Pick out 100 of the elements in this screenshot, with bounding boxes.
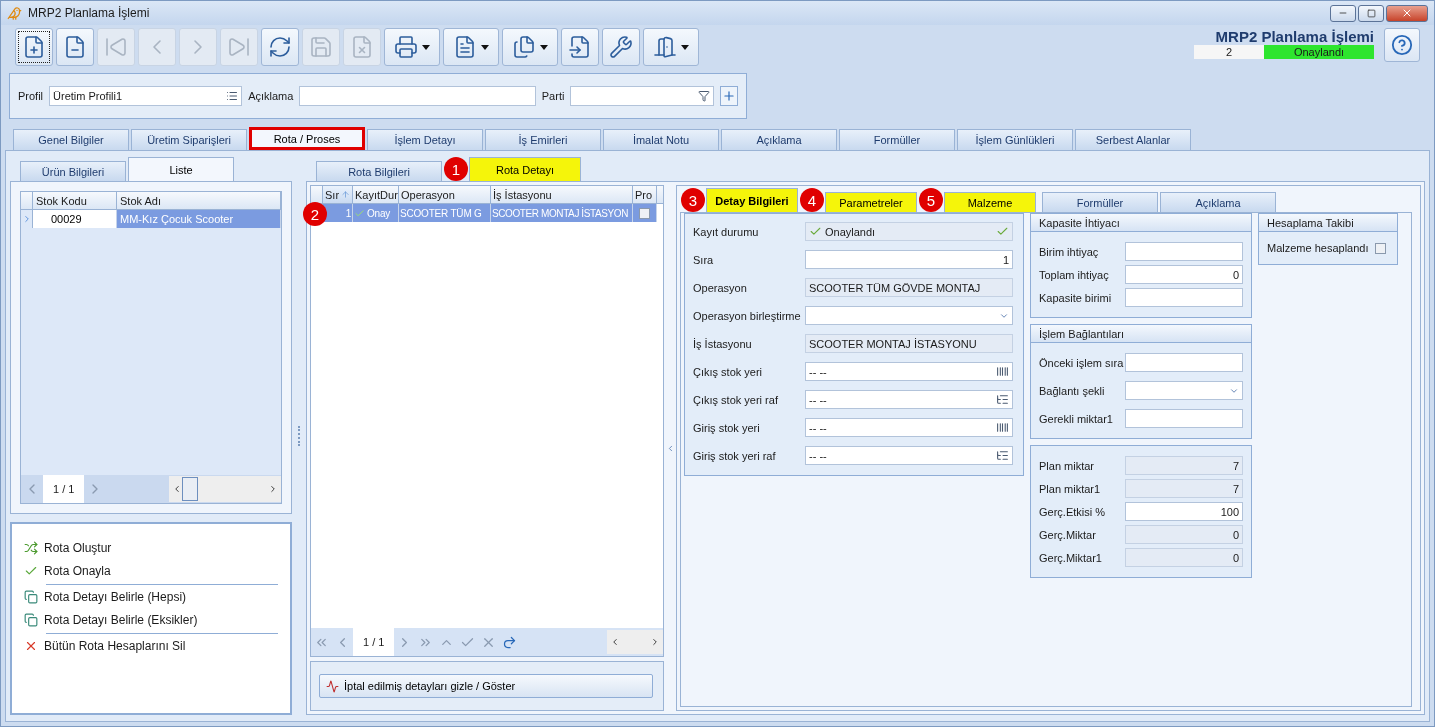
barcode-icon[interactable] (996, 365, 1009, 378)
input-field[interactable]: -- -- (805, 446, 1013, 465)
tab[interactable]: Rota Detayı (469, 157, 581, 181)
tab[interactable]: Formüller (1042, 192, 1158, 212)
help-icon[interactable] (1391, 33, 1413, 57)
column-header[interactable]: Sır (323, 186, 353, 203)
checkbox[interactable] (639, 207, 650, 219)
tab[interactable]: Üretim Siparişleri (131, 129, 247, 150)
input-field[interactable]: -- -- (805, 418, 1013, 437)
scroll-right-icon[interactable] (650, 637, 660, 647)
input-field[interactable]: 7 (1125, 456, 1243, 475)
tab[interactable]: Formüller (839, 129, 955, 150)
tab[interactable]: Açıklama (1160, 192, 1276, 212)
barcode-icon[interactable] (996, 421, 1009, 434)
table-cell: Onay (353, 204, 399, 222)
scroll-left-icon[interactable] (172, 484, 182, 494)
caret-icon[interactable] (681, 44, 689, 50)
file-plus-icon[interactable] (22, 35, 46, 59)
list-icon[interactable] (226, 90, 239, 102)
column-header[interactable]: Stok Adı (117, 192, 281, 209)
input-field[interactable]: SCOOTER MONTAJ İSTASYONU (805, 334, 1013, 353)
close-button[interactable] (1386, 4, 1428, 22)
tab[interactable]: Ürün Bilgileri (20, 161, 126, 181)
tab[interactable]: İş Emirleri (485, 129, 601, 150)
field-label: Plan miktar1 (1039, 482, 1102, 495)
field-label: Plan miktar (1039, 459, 1096, 472)
scroll-right-icon[interactable] (268, 484, 278, 494)
action-link[interactable]: Bütün Rota Hesaplarını Sil (24, 634, 278, 657)
column-header[interactable]: KayıtDur (353, 186, 399, 203)
column-header[interactable]: Operasyon (399, 186, 491, 203)
caret-icon[interactable] (540, 44, 548, 50)
maximize-icon[interactable] (1366, 8, 1376, 18)
input-field[interactable]: -- -- (805, 390, 1013, 409)
input-field[interactable]: 0 (1125, 265, 1243, 284)
wrench-icon[interactable] (609, 35, 633, 59)
file-minus-icon[interactable] (63, 35, 87, 59)
action-link[interactable]: Rota Detayı Belirle (Hepsi) (24, 585, 278, 608)
tab[interactable]: Parametreler (825, 192, 917, 212)
input-field[interactable] (805, 306, 1013, 325)
tree-icon[interactable] (996, 449, 1009, 462)
tab[interactable]: Malzeme (944, 192, 1036, 212)
files-icon[interactable] (512, 35, 536, 59)
maximize-button[interactable] (1358, 4, 1384, 22)
tab[interactable]: Genel Bilgiler (13, 129, 129, 150)
tab[interactable]: İşlem Günlükleri (957, 129, 1073, 150)
input-field[interactable]: 7 (1125, 479, 1243, 498)
input-field[interactable]: 1 (805, 250, 1013, 269)
tab[interactable]: Açıklama (721, 129, 837, 150)
toolbar-button[interactable] (602, 28, 640, 66)
chart-icon (326, 679, 339, 693)
tab[interactable]: Detay Bilgileri (706, 188, 798, 212)
filter-icon[interactable] (698, 90, 711, 102)
input-field[interactable]: 100 (1125, 502, 1243, 521)
input-field[interactable]: -- -- (805, 362, 1013, 381)
input-field[interactable] (1125, 288, 1243, 307)
scrollbar-thumb[interactable] (182, 477, 198, 501)
input-field[interactable] (1125, 353, 1243, 372)
checkbox[interactable] (1374, 242, 1386, 254)
door-icon[interactable] (653, 35, 677, 59)
input-field[interactable]: Üretim Profili1 (49, 86, 243, 106)
caret-icon[interactable] (481, 44, 489, 50)
tab[interactable]: Serbest Alanlar (1075, 129, 1191, 150)
toggle-cancelled-button[interactable]: İptal edilmiş detayları gizle / Göster (319, 674, 653, 698)
tab[interactable]: Rota Bilgileri (316, 161, 442, 181)
input-field[interactable]: Onaylandı (805, 222, 1013, 241)
column-header[interactable]: Stok Kodu (33, 192, 117, 209)
redo-icon[interactable] (502, 634, 518, 650)
tab[interactable]: İmalat Notu (603, 129, 719, 150)
tree-icon[interactable] (996, 393, 1009, 406)
input-field[interactable] (1125, 409, 1243, 428)
input-field[interactable]: SCOOTER TÜM GÖVDE MONTAJ (805, 278, 1013, 297)
close-icon[interactable] (1401, 7, 1413, 19)
printer-icon[interactable] (394, 35, 418, 59)
tab[interactable]: Rota / Proses (249, 127, 365, 150)
input-field[interactable] (570, 86, 715, 106)
tab[interactable]: İşlem Detayı (367, 129, 483, 150)
minimize-button[interactable] (1330, 4, 1356, 22)
input-field[interactable]: 0 (1125, 548, 1243, 567)
file-input-icon[interactable] (568, 35, 592, 59)
input-field[interactable] (299, 86, 536, 106)
action-link[interactable]: Rota Oluştur (24, 536, 278, 559)
column-header[interactable]: Pro (633, 186, 657, 203)
sort-arrow-icon (341, 190, 350, 199)
page-indicator: 1 / 1 (43, 475, 85, 503)
refresh-icon[interactable] (268, 35, 292, 59)
toolbar-button[interactable] (15, 28, 53, 66)
input-field[interactable]: 0 (1125, 525, 1243, 544)
input-field[interactable] (1125, 242, 1243, 261)
scroll-left-icon[interactable] (610, 637, 620, 647)
document-icon[interactable] (453, 35, 477, 59)
caret-icon[interactable] (422, 44, 430, 50)
help-button[interactable] (1384, 28, 1420, 62)
table-cell: SCOOTER MONTAJ İSTASYON (491, 204, 633, 222)
column-header[interactable]: İş İstasyonu (491, 186, 633, 203)
tab[interactable]: Liste (128, 157, 234, 181)
field-label: Profil (18, 90, 44, 102)
field-label: Kayıt durumu (693, 225, 760, 238)
field-label: Birim ihtiyaç (1039, 245, 1100, 258)
toolbar-button[interactable] (261, 28, 299, 66)
input-field[interactable] (1125, 381, 1243, 400)
